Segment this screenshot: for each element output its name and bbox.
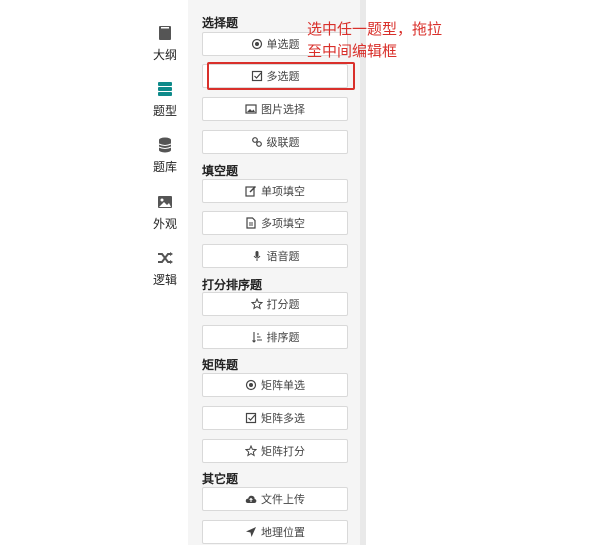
shuffle-icon bbox=[158, 252, 173, 264]
rail-item-types[interactable]: 题型 bbox=[140, 80, 190, 119]
multi-fill-button[interactable]: 多项填空 bbox=[202, 211, 348, 235]
checkbox-icon bbox=[245, 412, 257, 424]
link-icon bbox=[251, 137, 262, 147]
multi-fill-label: 多项填空 bbox=[261, 217, 305, 230]
voice-button[interactable]: 语音题 bbox=[202, 244, 348, 268]
location-button[interactable]: 地理位置 bbox=[202, 520, 348, 544]
rail-label-appearance: 外观 bbox=[152, 217, 177, 231]
section-title-choice: 选择题 bbox=[202, 16, 239, 30]
file-upload-button[interactable]: 文件上传 bbox=[202, 487, 348, 511]
image-icon bbox=[158, 196, 172, 208]
file-upload-label: 文件上传 bbox=[261, 493, 305, 506]
rail-label-bank: 题库 bbox=[152, 160, 177, 174]
layers-icon bbox=[158, 82, 172, 96]
cloud-upload-icon bbox=[245, 495, 257, 503]
location-label: 地理位置 bbox=[261, 526, 305, 539]
single-choice-label: 单选题 bbox=[266, 38, 300, 51]
book-icon bbox=[159, 26, 171, 40]
image-choice-button[interactable]: 图片选择 bbox=[202, 97, 348, 121]
section-title-fill: 填空题 bbox=[202, 164, 239, 178]
section-title-matrix: 矩阵题 bbox=[202, 358, 239, 372]
microphone-icon bbox=[253, 251, 260, 261]
sort-icon bbox=[251, 332, 262, 343]
document-icon bbox=[246, 217, 256, 229]
matrix-rating-button[interactable]: 矩阵打分 bbox=[202, 439, 348, 463]
radio-icon bbox=[245, 379, 257, 391]
rating-button[interactable]: 打分题 bbox=[202, 292, 348, 316]
section-title-other: 其它题 bbox=[202, 472, 239, 486]
rail-item-logic[interactable]: 逻辑 bbox=[140, 249, 190, 288]
matrix-rating-label: 矩阵打分 bbox=[261, 445, 305, 458]
rail-label-logic: 逻辑 bbox=[152, 273, 177, 287]
sort-label: 排序题 bbox=[266, 331, 300, 344]
image-choice-label: 图片选择 bbox=[261, 103, 305, 116]
single-fill-button[interactable]: 单项填空 bbox=[202, 179, 348, 203]
section-title-rating: 打分排序题 bbox=[202, 278, 263, 292]
sort-button[interactable]: 排序题 bbox=[202, 325, 348, 349]
star-icon bbox=[250, 298, 263, 310]
rail-item-outline[interactable]: 大纲 bbox=[140, 24, 190, 63]
star-icon bbox=[245, 445, 257, 457]
highlight-box bbox=[207, 62, 355, 90]
radio-icon bbox=[251, 38, 262, 50]
rail-item-appearance[interactable]: 外观 bbox=[140, 193, 190, 232]
cascade-label: 级联题 bbox=[266, 136, 300, 149]
rail-label-types: 题型 bbox=[152, 104, 177, 118]
matrix-multi-button[interactable]: 矩阵多选 bbox=[202, 406, 348, 430]
rating-label: 打分题 bbox=[266, 298, 300, 311]
rail-item-bank[interactable]: 题库 bbox=[140, 136, 190, 175]
instruction-annotation: 选中任一题型，拖拉至中间编辑框 bbox=[307, 20, 443, 60]
matrix-single-button[interactable]: 矩阵单选 bbox=[202, 373, 348, 397]
edit-icon bbox=[245, 185, 257, 197]
single-fill-label: 单项填空 bbox=[261, 185, 305, 198]
picture-icon bbox=[245, 104, 257, 114]
matrix-multi-label: 矩阵多选 bbox=[261, 412, 305, 425]
database-icon bbox=[158, 137, 172, 153]
cascade-button[interactable]: 级联题 bbox=[202, 130, 348, 154]
left-rail: 大纲 题型 题库 外观 逻辑 bbox=[140, 0, 188, 545]
voice-label: 语音题 bbox=[266, 250, 300, 263]
location-arrow-icon bbox=[246, 527, 256, 537]
editor-area-edge bbox=[360, 0, 366, 545]
matrix-single-label: 矩阵单选 bbox=[261, 379, 305, 392]
rail-label-outline: 大纲 bbox=[152, 48, 177, 62]
